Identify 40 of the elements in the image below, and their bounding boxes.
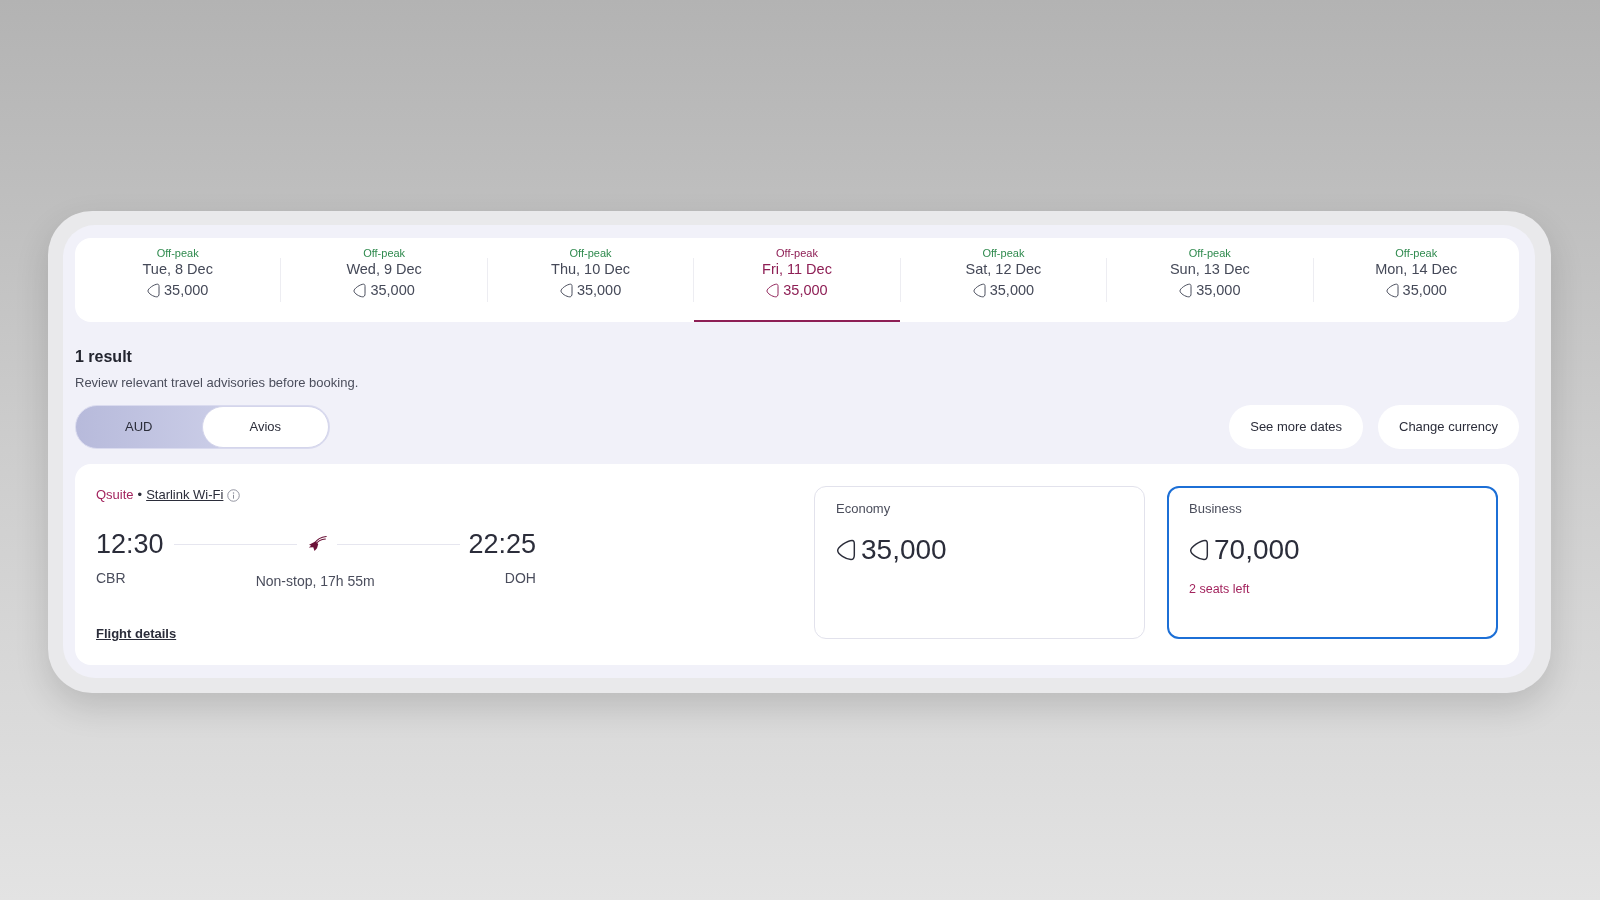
toggle-option[interactable]: Avios (201, 406, 329, 448)
date-tab[interactable]: Off-peak Tue, 8 Dec 35,000 (75, 238, 281, 322)
arrival-airport: DOH (504, 569, 536, 587)
fare-price: 35,000 (861, 533, 947, 567)
points-symbol-icon (766, 282, 780, 298)
date-tab[interactable]: Off-peak Fri, 11 Dec 35,000 (694, 238, 900, 322)
fare-card[interactable]: Business 70,000 2 seats left (1167, 486, 1498, 639)
cabin-product-label: Qsuite (96, 486, 134, 504)
points-symbol-icon (972, 282, 986, 298)
cabin-label: Economy (836, 500, 892, 518)
separator-text: • (137, 486, 143, 504)
date-tab[interactable]: Off-peak Sat, 12 Dec 35,000 (900, 238, 1107, 322)
departure-airport: CBR (96, 569, 126, 587)
info-icon[interactable] (227, 488, 241, 502)
arrival-time: 22:25 (468, 528, 536, 561)
date-tab[interactable]: Off-peak Wed, 9 Dec 35,000 (281, 238, 487, 322)
fare-price: 70,000 (1214, 533, 1300, 567)
points-symbol-icon (147, 282, 161, 298)
fare-card[interactable]: Economy 35,000 (814, 486, 1145, 639)
advisory-text: Review relevant travel advisories before booking. (75, 374, 360, 392)
wifi-link[interactable]: Starlink Wi-Fi (146, 486, 224, 504)
results-heading: 1 result (75, 347, 133, 367)
points-symbol-icon (1385, 282, 1399, 298)
points-symbol-icon (1179, 282, 1193, 298)
toggle-option[interactable]: AUD (76, 406, 202, 448)
date-tab[interactable]: Off-peak Mon, 14 Dec 35,000 (1313, 238, 1519, 322)
pill-button[interactable]: See more dates (1229, 405, 1363, 449)
pill-button[interactable]: Change currency (1378, 405, 1519, 449)
points-symbol-icon (353, 282, 367, 298)
logo-icon (307, 535, 327, 553)
flight-details-link[interactable]: Flight details (96, 625, 177, 643)
points-symbol-icon (836, 539, 856, 561)
departure-time: 12:30 (96, 528, 164, 561)
flight-duration: Non-stop, 17h 55m (255, 572, 375, 590)
points-symbol-icon (559, 282, 573, 298)
points-symbol-icon (1189, 539, 1209, 561)
seats-left-note: 2 seats left (1189, 581, 1251, 597)
date-tab[interactable]: Off-peak Thu, 10 Dec 35,000 (487, 238, 694, 322)
date-tab[interactable]: Off-peak Sun, 13 Dec 35,000 (1107, 238, 1313, 322)
cabin-label: Business (1189, 500, 1243, 518)
